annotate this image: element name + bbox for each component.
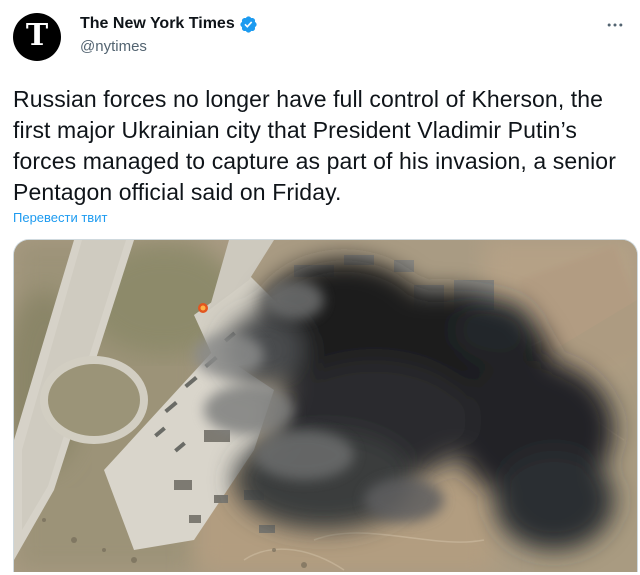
author-avatar[interactable]: T xyxy=(13,13,61,61)
tweet-text: Russian forces no longer have full contr… xyxy=(13,86,616,205)
more-options-button[interactable] xyxy=(602,12,628,38)
author-info: The New York Times @nytimes xyxy=(80,13,258,55)
verified-badge-icon xyxy=(240,15,257,33)
more-options-icon xyxy=(607,23,623,27)
nyt-logo-icon: T xyxy=(25,18,49,53)
author-name-row: The New York Times xyxy=(80,13,258,35)
tweet-card: T The New York Times @nytimes Russian fo… xyxy=(0,0,640,575)
author-handle[interactable]: @nytimes xyxy=(80,38,258,55)
tweet-media-photo[interactable] xyxy=(13,239,638,572)
author-display-name[interactable]: The New York Times xyxy=(80,15,235,33)
translate-tweet-link[interactable]: Перевести твит xyxy=(13,210,107,225)
satellite-photo-image xyxy=(14,240,637,572)
